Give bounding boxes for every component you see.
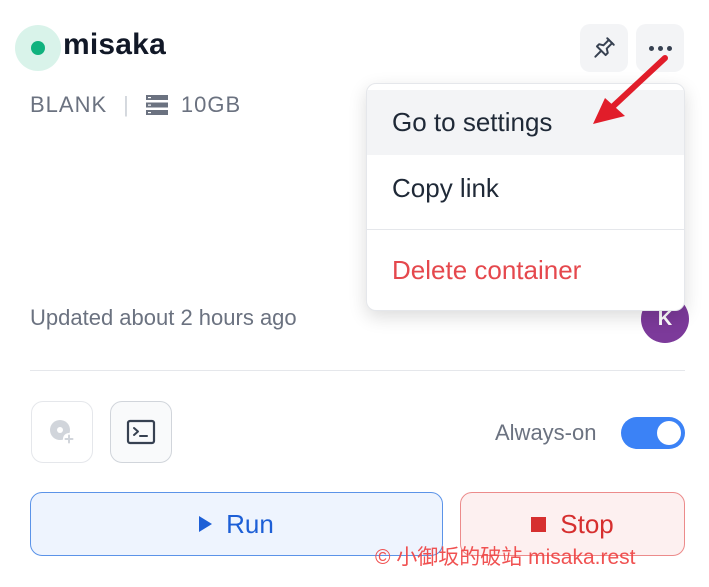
stop-icon: [531, 516, 547, 532]
template-label: BLANK: [30, 92, 108, 117]
divider: [30, 370, 685, 371]
container-name: misaka: [63, 28, 166, 61]
watermark: © 小御坂的破站 misaka.rest: [375, 546, 636, 569]
add-disk-icon: [50, 420, 75, 445]
updated-timestamp: Updated about 2 hours ago: [30, 305, 297, 330]
play-icon: [199, 516, 213, 532]
container-card: misaka BLANK | 10GB Updated about 2 hour…: [0, 0, 709, 587]
menu-item-copy-link[interactable]: Copy link: [367, 157, 684, 220]
status-indicator: [15, 25, 61, 71]
terminal-button[interactable]: [110, 401, 172, 463]
stop-label: Stop: [560, 508, 614, 539]
run-label: Run: [226, 508, 274, 539]
menu-divider: [367, 229, 684, 230]
status-dot: [31, 41, 45, 55]
storage-size: 10GB: [180, 92, 242, 117]
more-horizontal-icon: [648, 45, 672, 51]
database-icon: [145, 95, 168, 115]
meta-separator: |: [123, 92, 129, 117]
container-meta: BLANK | 10GB: [30, 92, 241, 118]
menu-item-delete-container[interactable]: Delete container: [367, 239, 684, 302]
annotation-arrow-icon: [593, 55, 668, 124]
always-on-label: Always-on: [495, 420, 597, 445]
add-disk-button[interactable]: [31, 401, 93, 463]
always-on-toggle[interactable]: [621, 417, 685, 449]
toggle-knob: [657, 421, 681, 445]
terminal-icon: [126, 419, 156, 445]
